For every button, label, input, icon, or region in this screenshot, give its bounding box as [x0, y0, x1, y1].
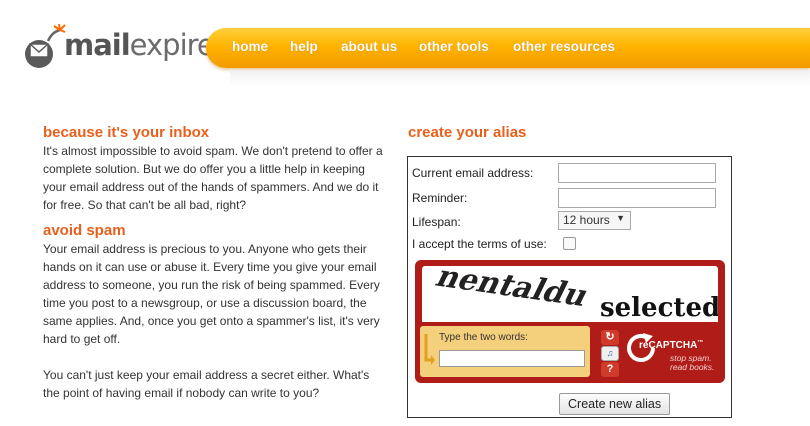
nav-other-tools[interactable]: other tools: [419, 39, 489, 54]
captcha-image: nentaldu selected: [422, 259, 720, 323]
bomb-icon: [25, 24, 66, 68]
captcha-prompt: Type the two words:: [439, 332, 528, 343]
trademark: ™: [697, 340, 704, 346]
recaptcha-logo: reCAPTCHA™ stop spam. read books.: [625, 328, 717, 378]
captcha-answer-panel: Type the two words:: [420, 326, 590, 377]
lifespan-label: Lifespan:: [412, 215, 461, 229]
heading-inbox: because it's your inbox: [43, 124, 210, 141]
lifespan-select[interactable]: 12 hours ▼: [558, 211, 631, 230]
arrow-icon: [424, 334, 435, 365]
alias-form: Current email address: Reminder: Lifespa…: [407, 156, 732, 418]
create-alias-button[interactable]: Create new alias: [559, 393, 671, 415]
terms-label: I accept the terms of use:: [412, 237, 547, 251]
reminder-label: Reminder:: [412, 191, 468, 205]
heading-avoid-spam: avoid spam: [43, 222, 126, 239]
email-field[interactable]: [558, 163, 716, 183]
alias-title: create your alias: [408, 124, 527, 141]
audio-icon[interactable]: ♫: [601, 346, 619, 361]
tagline-2: read books.: [670, 362, 715, 372]
intro-column: because it's your inbox It's almost impo…: [43, 124, 383, 402]
para-secret: You can't just keep your email address a…: [43, 368, 370, 400]
logo-bold: mail: [64, 28, 131, 62]
email-label: Current email address:: [412, 166, 534, 180]
terms-checkbox[interactable]: [563, 237, 576, 250]
lifespan-value: 12 hours: [563, 213, 610, 227]
captcha-response-field[interactable]: [439, 350, 585, 367]
refresh-icon[interactable]: ↻: [601, 330, 619, 345]
captcha-word-2: selected: [600, 293, 718, 322]
recaptcha-widget: nentaldu selected Type the two words: ↻ …: [415, 259, 725, 383]
recaptcha-brand: CAPTCHA: [648, 340, 698, 351]
main-nav: home help about us other tools other res…: [206, 28, 810, 68]
logo-light: expire: [129, 28, 215, 62]
nav-about-us[interactable]: about us: [341, 39, 397, 54]
nav-help[interactable]: help: [290, 39, 318, 54]
help-icon[interactable]: ?: [601, 362, 619, 377]
para-avoid-spam: Your email address is precious to you. A…: [43, 242, 380, 346]
nav-home[interactable]: home: [232, 39, 268, 54]
nav-other-resources[interactable]: other resources: [513, 39, 615, 54]
para-inbox: It's almost impossible to avoid spam. We…: [43, 144, 383, 212]
dropdown-arrow-icon: ▼: [616, 213, 625, 223]
reminder-field[interactable]: [558, 188, 716, 208]
logo-wordmark: mailexpire: [64, 28, 215, 62]
site-logo[interactable]: mailexpire: [22, 24, 215, 74]
nav-reflection: [230, 70, 810, 86]
captcha-word-1: nentaldu: [430, 266, 595, 313]
